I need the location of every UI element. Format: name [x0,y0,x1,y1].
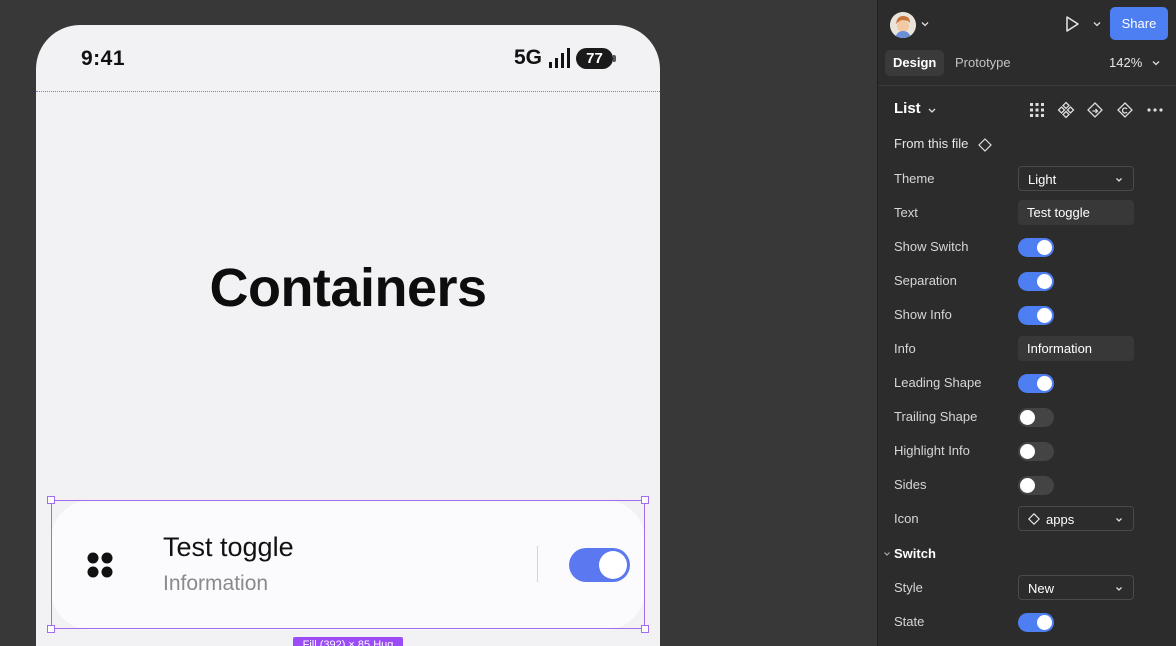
chevron-down-icon [1116,518,1122,522]
prop-theme: Theme Light [878,166,1176,192]
prop-label: Info [894,341,916,356]
list-item[interactable]: Test toggle Information [51,500,645,630]
go-to-main-component-icon[interactable] [1086,101,1104,119]
prop-leading-shape: Leading Shape [878,370,1176,396]
icon-select[interactable]: apps [1018,506,1134,531]
diamond-icon[interactable] [977,137,993,153]
panel-tabs: Design Prototype 142% [878,48,1176,80]
select-value: New [1028,581,1055,596]
state-toggle[interactable] [1018,613,1054,632]
user-avatar[interactable] [890,12,916,38]
reset-instance-icon[interactable] [1116,101,1134,119]
properties-panel: Share Design Prototype 142% List From th… [877,0,1176,646]
prop-highlight-info: Highlight Info [878,438,1176,464]
phone-frame[interactable]: 9:41 5G 77 Containers Test toggle Inform… [36,25,660,646]
prop-label: Show Switch [894,239,969,254]
share-button[interactable]: Share [1110,7,1168,40]
chevron-down-icon [1116,587,1122,591]
prop-label: Separation [894,273,957,288]
more-options-icon[interactable] [1146,101,1164,119]
page-heading: Containers [209,258,487,318]
prop-label: Highlight Info [894,443,970,458]
prop-label: Trailing Shape [894,409,978,424]
status-time: 9:41 [81,47,126,70]
component-title[interactable]: List [894,100,921,117]
grid-icon[interactable] [1028,101,1046,119]
from-file-label: From this file [894,136,969,151]
prop-label: Style [894,580,923,595]
chevron-down-icon[interactable] [920,19,930,29]
style-select[interactable]: New [1018,575,1134,600]
theme-select[interactable]: Light [1018,166,1134,191]
chevron-down-icon [1116,178,1122,182]
status-indicators: 5G 77 [514,46,616,70]
prop-label: Text [894,205,918,220]
trailing-shape-toggle[interactable] [1018,408,1054,427]
prop-text: Text Test toggle [878,200,1176,226]
list-item-title: Test toggle [163,532,294,562]
prop-label: State [894,614,925,629]
prop-label: Leading Shape [894,375,982,390]
leading-shape-toggle[interactable] [1018,374,1054,393]
prop-icon: Icon apps [878,506,1176,532]
section-title: Switch [894,546,936,561]
resize-handle-bottom-right[interactable] [641,625,649,633]
list-item-info: Information [163,572,269,595]
component-header: List [894,100,1174,120]
prop-info: Info Information [878,336,1176,362]
switch-section-header[interactable]: Switch [878,545,1176,563]
resize-handle-top-right[interactable] [641,496,649,504]
signal-icon [549,48,570,68]
prop-style: Style New [878,575,1176,601]
prop-label: Theme [894,171,935,186]
battery-icon: 77 [576,47,616,69]
tab-prototype[interactable]: Prototype [947,50,1019,76]
diamond-icon [1028,513,1040,525]
prop-label: Icon [894,511,919,526]
chevron-down-icon[interactable] [1092,19,1102,29]
chevron-down-icon[interactable] [882,549,892,559]
battery-level: 77 [576,47,613,69]
frame-guide-line [36,91,660,92]
select-value: Light [1028,172,1057,187]
component-icon[interactable] [1057,101,1075,119]
prop-trailing-shape: Trailing Shape [878,404,1176,430]
list-divider [537,546,538,582]
avatar-face-icon [890,12,916,38]
select-value: apps [1046,512,1075,527]
show-switch-toggle[interactable] [1018,238,1054,257]
play-icon[interactable] [1062,14,1082,34]
chevron-down-icon[interactable] [1151,58,1161,68]
text-input[interactable]: Test toggle [1018,200,1134,225]
resize-handle-bottom-left[interactable] [47,625,55,633]
sides-toggle[interactable] [1018,476,1054,495]
prop-separation: Separation [878,268,1176,294]
resize-handle-top-left[interactable] [47,496,55,504]
panel-toolbar: Share [878,0,1176,46]
zoom-level[interactable]: 142% [1109,50,1142,76]
panel-divider [878,85,1176,86]
prop-state: State [878,609,1176,635]
tab-design[interactable]: Design [885,50,945,76]
chevron-down-icon[interactable] [927,106,937,116]
info-input[interactable]: Information [1018,336,1134,361]
separation-toggle[interactable] [1018,272,1054,291]
list-item-switch[interactable] [569,548,630,582]
prop-label: Sides [894,477,927,492]
prop-sides: Sides [878,472,1176,498]
prop-show-info: Show Info [878,302,1176,328]
switch-knob [599,551,627,579]
network-label: 5G [513,46,542,69]
size-badge: Fill (392) × 85 Hug [293,637,403,646]
show-info-toggle[interactable] [1018,306,1054,325]
apps-icon [87,552,113,578]
highlight-info-toggle[interactable] [1018,442,1054,461]
status-bar: 9:41 5G 77 [36,25,660,91]
prop-label: Show Info [894,307,952,322]
design-canvas[interactable]: 9:41 5G 77 Containers Test toggle Inform… [0,0,877,646]
prop-show-switch: Show Switch [878,234,1176,260]
